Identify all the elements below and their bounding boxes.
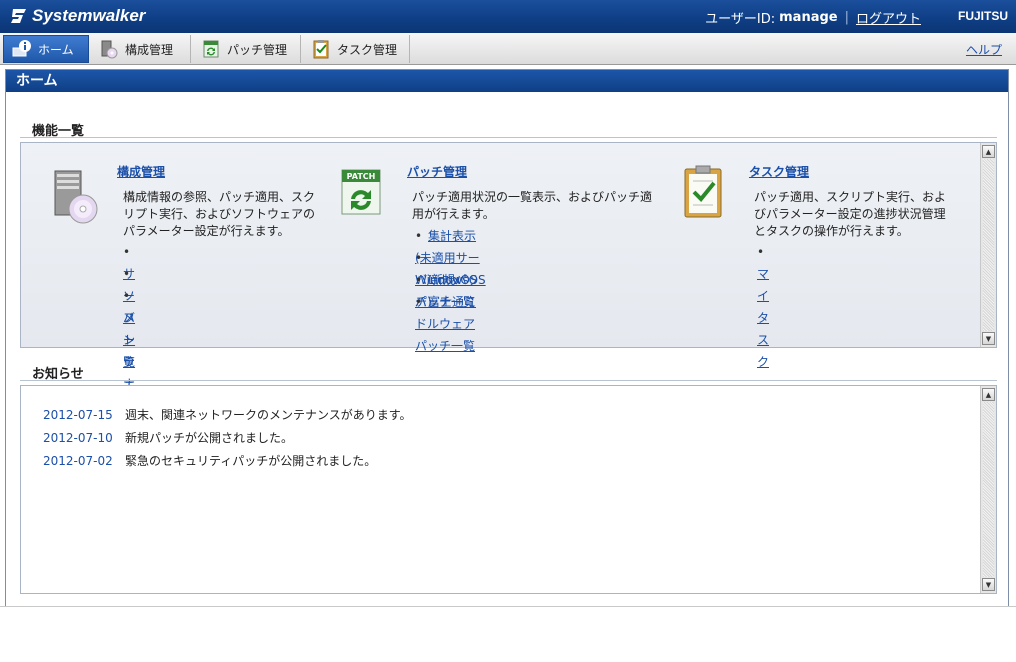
feature-config-title[interactable]: 構成管理 bbox=[117, 163, 237, 180]
features-heading: 機能一覧 bbox=[20, 120, 997, 139]
list-item: •サーバー覧 bbox=[123, 245, 136, 369]
clipboard-check-icon bbox=[684, 165, 722, 218]
tab-task-label: タスク管理 bbox=[337, 42, 398, 57]
tab-home[interactable]: ホーム bbox=[3, 35, 89, 63]
scroll-track[interactable] bbox=[983, 402, 994, 577]
patch-icon: PATCH bbox=[341, 169, 381, 215]
feature-patch-desc: パッチ適用状況の一覧表示、およびパッチ適用が行えます。 bbox=[412, 190, 653, 221]
list-item: • 富士通ミドルウェアパッチ一覧 bbox=[415, 295, 477, 353]
feature-task-title[interactable]: タスク管理 bbox=[749, 163, 869, 180]
news-text: 新規パッチが公開されました。 bbox=[125, 431, 294, 445]
features-scrollbar[interactable]: ▲ ▼ bbox=[980, 143, 996, 347]
scroll-up-button[interactable]: ▲ bbox=[982, 388, 995, 401]
feature-patch-links: • 集計表示(未適用サーバ/新規パッチ) •WindowsOSパッチ一覧 • Lin… bbox=[415, 225, 486, 353]
news-heading: お知らせ bbox=[20, 363, 997, 382]
news-row: 2012-07-02 緊急のセキュリティパッチが公開されました。 bbox=[43, 450, 412, 473]
news-panel: 2012-07-15 週末、関連ネットワークのメンテナンスがあります。 2012… bbox=[20, 385, 997, 594]
feature-task-links: •マイタスク bbox=[757, 241, 770, 369]
tab-patch[interactable]: パッチ管理 bbox=[193, 35, 301, 63]
fujitsu-logo: FUJITSU bbox=[957, 9, 1008, 23]
list-item: • LinuxOSパッチ一覧 bbox=[415, 273, 478, 309]
scroll-down-button[interactable]: ▼ bbox=[982, 332, 995, 345]
tab-task[interactable]: タスク管理 bbox=[303, 35, 410, 63]
systemwalker-logo-icon bbox=[11, 9, 26, 23]
home-info-icon bbox=[12, 40, 31, 57]
feature-config-desc: 構成情報の参照、パッチ適用、スクリプト実行、およびソフトウェアのパラメーター設定… bbox=[123, 190, 316, 238]
features-panel: 構成管理 構成情報の参照、パッチ適用、スクリプト実行、およびソフトウェアのパラメ… bbox=[20, 142, 997, 457]
news-row: 2012-07-15 週末、関連ネットワークのメンテナンスがあります。 bbox=[43, 404, 412, 427]
main-content: ホーム 機能一覧 構成管理 構成情報の参照、パッチ適用、スクリプト実行、およびソ… bbox=[5, 69, 1009, 607]
main-tab-bar: ホーム 構成管理 パッチ管理 タスク管理 bbox=[0, 33, 1016, 65]
logout-link[interactable]: ログアウト bbox=[856, 8, 921, 27]
feature-task-desc: パッチ適用、スクリプト実行、およびパラメーター設定の進捗状況管理とタスクの操作が… bbox=[754, 190, 947, 238]
list-item: •メンテナンス bbox=[123, 285, 136, 435]
news-scrollbar[interactable]: ▲ ▼ bbox=[980, 386, 996, 593]
divider: | bbox=[844, 10, 849, 25]
my-task-link[interactable]: マイタスク bbox=[757, 267, 769, 369]
app-logo: Systemwalker bbox=[10, 6, 145, 26]
feature-patch-title[interactable]: パッチ管理 bbox=[407, 163, 527, 180]
news-row: 2012-07-10 新規パッチが公開されました。 bbox=[43, 427, 412, 450]
user-info: ユーザーID: manage | ログアウト bbox=[705, 8, 921, 27]
news-list: 2012-07-15 週末、関連ネットワークのメンテナンスがあります。 2012… bbox=[43, 404, 412, 473]
scroll-track[interactable] bbox=[983, 159, 994, 331]
scroll-down-button[interactable]: ▼ bbox=[982, 578, 995, 591]
page-title: ホーム bbox=[6, 70, 1008, 92]
user-id-value: manage bbox=[779, 10, 838, 25]
news-text: 緊急のセキュリティパッチが公開されました。 bbox=[125, 454, 377, 468]
tab-patch-label: パッチ管理 bbox=[227, 42, 288, 57]
tab-config-label: 構成管理 bbox=[125, 42, 174, 57]
list-item: •マイタスク bbox=[757, 245, 770, 369]
clipboard-check-icon bbox=[313, 40, 329, 59]
server-disc-icon bbox=[54, 170, 98, 224]
news-date: 2012-07-15 bbox=[43, 408, 113, 422]
scroll-up-button[interactable]: ▲ bbox=[982, 145, 995, 158]
news-date: 2012-07-02 bbox=[43, 454, 113, 468]
app-logo-text: Systemwalker bbox=[32, 6, 146, 25]
news-date: 2012-07-10 bbox=[43, 431, 113, 445]
footer-area bbox=[0, 606, 1016, 662]
help-link[interactable]: ヘルプ bbox=[966, 41, 1002, 58]
list-item: • 集計表示(未適用サーバ/新規パッチ) bbox=[415, 229, 480, 309]
svg-text:PATCH: PATCH bbox=[347, 172, 376, 181]
feature-config-links: •サーバー覧 •ソフトウェア一覧 •メンテナンス bbox=[123, 241, 136, 457]
list-item: •ソフトウェア一覧 bbox=[123, 263, 136, 457]
tab-home-label: ホーム bbox=[38, 42, 74, 57]
tab-config[interactable]: 構成管理 bbox=[91, 35, 191, 63]
user-id-label: ユーザーID: bbox=[705, 12, 776, 27]
server-disc-icon bbox=[101, 40, 118, 59]
app-header: Systemwalker ユーザーID: manage | ログアウト FUJI… bbox=[0, 0, 1016, 33]
news-text: 週末、関連ネットワークのメンテナンスがあります。 bbox=[125, 408, 412, 422]
patch-icon bbox=[203, 40, 219, 58]
